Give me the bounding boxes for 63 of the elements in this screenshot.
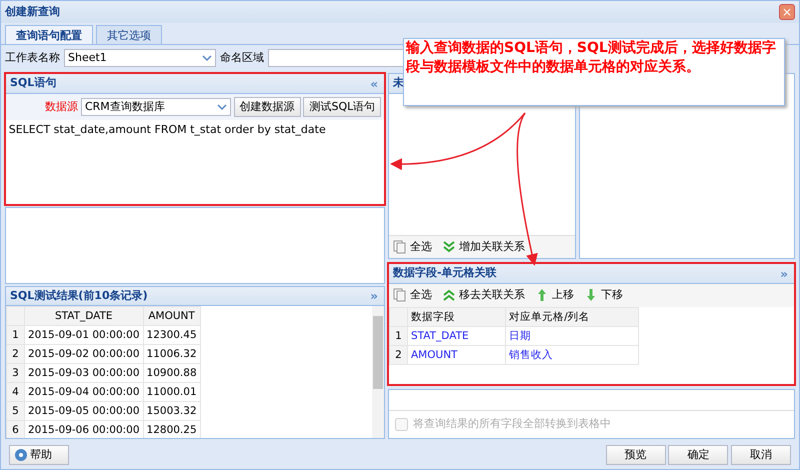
table-cell: 11006.32 [143,344,200,364]
panel-title: SQL测试结果(前10条记录) [10,288,148,304]
field-label: 命名区域 [220,50,264,66]
table-cell: AMOUNT [408,345,506,364]
arrow-up-icon [535,288,549,302]
dialog-button[interactable]: 预览 [606,444,666,466]
row-number: 1 [6,326,24,345]
row-number: 2 [390,345,408,364]
select-all-button[interactable]: 全选 [393,238,432,255]
panel-title: 数据字段-单元格关联 [393,265,497,282]
row-number: 4 [6,382,24,402]
table-cell: 11000.01 [143,382,200,402]
select-all-button[interactable]: 全选 [393,287,432,304]
arrow-down-icon [584,288,598,302]
datasource-combo[interactable]: CRM查询数据库 [80,98,231,116]
table-cell: 日期 [506,326,638,345]
panel-title: 未 [393,75,404,92]
column-header: AMOUNT [143,306,200,326]
row-number: 2 [6,344,24,364]
table-cell: 12300.45 [143,326,200,345]
sheet-combo[interactable]: Sheet1 [64,49,216,67]
copy-icon [393,288,407,302]
toolbar-button[interactable]: 移去关联关系 [442,287,525,304]
table-cell: 2015-09-01 00:00:00 [24,326,144,345]
dialog-button[interactable]: 取消 [731,444,791,466]
table-cell: 2015-09-04 00:00:00 [24,382,144,402]
copy-icon [393,240,407,254]
double-chevron-down-icon [442,240,456,254]
tab[interactable]: 查询语句配置 [5,25,93,44]
checkbox-label: 将查询结果的所有字段全部转换到表格中 [413,416,611,432]
column-header: STAT_DATE [24,306,144,326]
field-label: 数据源 [45,98,78,115]
column-header: 对应单元格/列名 [506,307,638,326]
caret-icon [216,103,227,111]
double-chevron-up-icon [442,288,456,302]
toolbar-button[interactable]: 上移 [535,287,574,304]
field-label: 工作表名称 [5,50,60,66]
toolbar-button[interactable]: 测试SQL语句 [303,96,382,118]
toolbar-button[interactable]: 增加关联关系 [442,238,525,255]
row-number: 3 [6,364,24,383]
annotation-tooltip: 输入查询数据的SQL语句，SQL测试完成后，选择好数据字段与数据模板文件中的数据单元格的对应关系。 [403,38,785,106]
row-number: 1 [390,326,408,345]
table-cell: 2015-09-05 00:00:00 [24,402,144,421]
table-cell: 销售收入 [506,345,638,364]
row-number: 5 [6,402,24,421]
toolbar-button[interactable]: 下移 [584,287,623,304]
tab[interactable]: 其它选项 [96,25,162,44]
panel-title: SQL语句 [10,75,56,92]
help-button[interactable]: 帮助 [9,444,69,466]
help-icon [15,449,27,461]
dialog-button[interactable]: 确定 [668,444,728,466]
table-cell: 10900.88 [143,364,200,383]
table-cell: 15003.32 [143,402,200,421]
caret-icon [202,54,212,62]
sql-editor[interactable]: SELECT stat_date,amount FROM t_stat order by stat_date [6,120,384,204]
window-title: 创建新查询 [5,4,60,20]
row-number: 6 [6,420,24,438]
table-cell: 2015-09-02 00:00:00 [24,344,144,364]
column-header: 数据字段 [408,307,506,326]
table-cell: STAT_DATE [408,326,506,345]
toolbar-button[interactable]: 创建数据源 [234,96,301,118]
table-cell: 2015-09-03 00:00:00 [24,364,144,383]
scrollbar[interactable] [372,306,384,438]
